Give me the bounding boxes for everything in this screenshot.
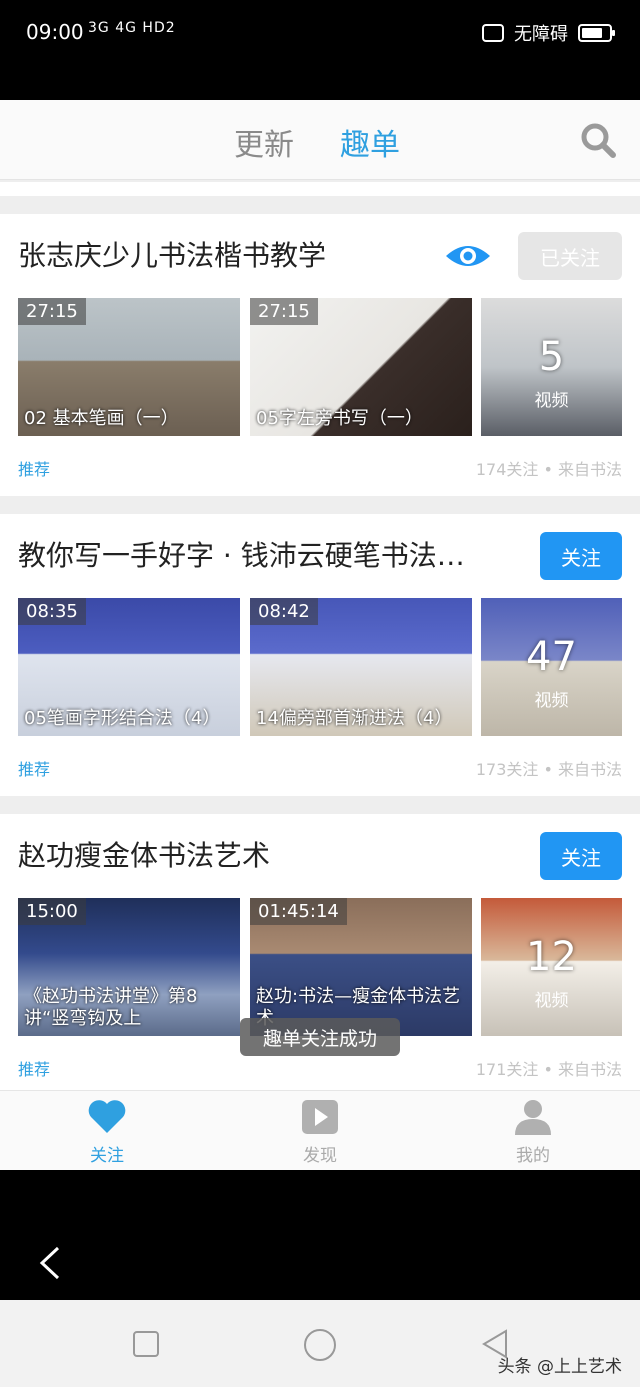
video-caption: 02 基本笔画（一）: [24, 408, 179, 429]
tab-qudan[interactable]: 趣单: [340, 120, 400, 164]
nav-mine[interactable]: 我的: [483, 1099, 583, 1166]
network-indicator: 3G 4G HD2: [88, 20, 176, 36]
video-caption: 05字左旁书写（一）: [256, 408, 423, 429]
video-duration: 01:45:14: [250, 898, 347, 925]
playlist-card[interactable]: 教你写一手好字 · 钱沛云硬笔书法… 关注 08:35 05笔画字形结合法（4）…: [0, 514, 640, 796]
nav-discover[interactable]: 发现: [270, 1099, 370, 1166]
status-right: 无障碍: [482, 20, 615, 46]
video-count-label: 视频: [534, 691, 569, 711]
more-videos-tile[interactable]: 47 视频: [481, 598, 622, 736]
video-caption: 《赵功书法讲堂》第8讲“竖弯钩及上: [24, 986, 198, 1029]
card-meta: 174关注 • 来自书法: [475, 460, 622, 479]
video-duration: 08:35: [18, 598, 86, 625]
video-count: 12: [526, 934, 577, 980]
video-thumbnail[interactable]: 08:35 05笔画字形结合法（4）: [18, 598, 240, 736]
search-icon[interactable]: [578, 120, 618, 160]
video-duration: 15:00: [18, 898, 86, 925]
clock: 09:00: [26, 20, 84, 44]
app-screen: 更新 趣单 张志庆少儿书法楷书教学 已关注 27:15 02 基本笔画（一） 2…: [0, 100, 640, 1170]
video-count-label: 视频: [534, 991, 569, 1011]
follow-button[interactable]: 关注: [540, 832, 622, 880]
card-title: 赵功瘦金体书法艺术: [18, 839, 271, 872]
accessibility-label: 无障碍: [514, 24, 568, 45]
recents-icon[interactable]: [132, 1330, 160, 1358]
video-thumbnail[interactable]: 27:15 02 基本笔画（一）: [18, 298, 240, 436]
toast-message: 趣单关注成功: [240, 1018, 400, 1056]
video-count-label: 视频: [534, 391, 569, 411]
nav-discover-label: 发现: [303, 1146, 337, 1166]
card-title: 张志庆少儿书法楷书教学: [18, 239, 327, 272]
video-thumbnail[interactable]: 15:00 《赵功书法讲堂》第8讲“竖弯钩及上: [18, 898, 240, 1036]
video-count: 5: [538, 334, 565, 380]
recommend-tag[interactable]: 推荐: [18, 756, 50, 780]
system-nav-bar: 头条 @上上艺术: [0, 1300, 640, 1387]
bottom-nav: 关注 发现 我的: [0, 1090, 640, 1170]
video-duration: 08:42: [250, 598, 318, 625]
video-count: 47: [526, 634, 577, 680]
recommend-tag[interactable]: 推荐: [18, 456, 50, 480]
vibrate-icon: [482, 24, 504, 42]
recommend-tag[interactable]: 推荐: [18, 1056, 50, 1080]
user-icon: [515, 1100, 551, 1135]
system-back-area: [0, 1170, 640, 1300]
video-thumbnail[interactable]: 08:42 14偏旁部首渐进法（4）: [250, 598, 472, 736]
card-meta: 173关注 • 来自书法: [475, 760, 622, 779]
battery-icon: [578, 24, 615, 42]
status-bar: 09:00 3G 4G HD2 无障碍: [0, 0, 640, 100]
card-meta: 171关注 • 来自书法: [475, 1060, 622, 1079]
video-caption: 14偏旁部首渐进法（4）: [256, 708, 453, 729]
follow-button[interactable]: 关注: [540, 532, 622, 580]
nav-mine-label: 我的: [516, 1146, 550, 1166]
more-videos-tile[interactable]: 12 视频: [481, 898, 622, 1036]
back-chevron-icon[interactable]: [38, 1246, 62, 1280]
video-duration: 27:15: [18, 298, 86, 325]
video-duration: 27:15: [250, 298, 318, 325]
video-thumbnail[interactable]: 01:45:14 赵功:书法—瘦金体书法艺术: [250, 898, 472, 1036]
nav-follow[interactable]: 关注: [57, 1099, 157, 1166]
list-top-strip: [0, 182, 640, 196]
top-nav: 更新 趣单: [0, 100, 640, 180]
video-thumbnail[interactable]: 27:15 05字左旁书写（一）: [250, 298, 472, 436]
home-icon[interactable]: [303, 1328, 337, 1362]
playlist-card[interactable]: 张志庆少儿书法楷书教学 已关注 27:15 02 基本笔画（一） 27:15 0…: [0, 214, 640, 496]
nav-follow-label: 关注: [90, 1146, 124, 1166]
eye-icon: [446, 246, 490, 266]
play-icon: [302, 1100, 338, 1134]
more-videos-tile[interactable]: 5 视频: [481, 298, 622, 436]
video-caption: 05笔画字形结合法（4）: [24, 708, 221, 729]
watermark: 头条 @上上艺术: [497, 1357, 622, 1377]
heart-icon: [88, 1100, 126, 1133]
followed-button[interactable]: 已关注: [518, 232, 622, 280]
tab-update[interactable]: 更新: [234, 120, 294, 164]
card-title: 教你写一手好字 · 钱沛云硬笔书法…: [18, 539, 465, 572]
